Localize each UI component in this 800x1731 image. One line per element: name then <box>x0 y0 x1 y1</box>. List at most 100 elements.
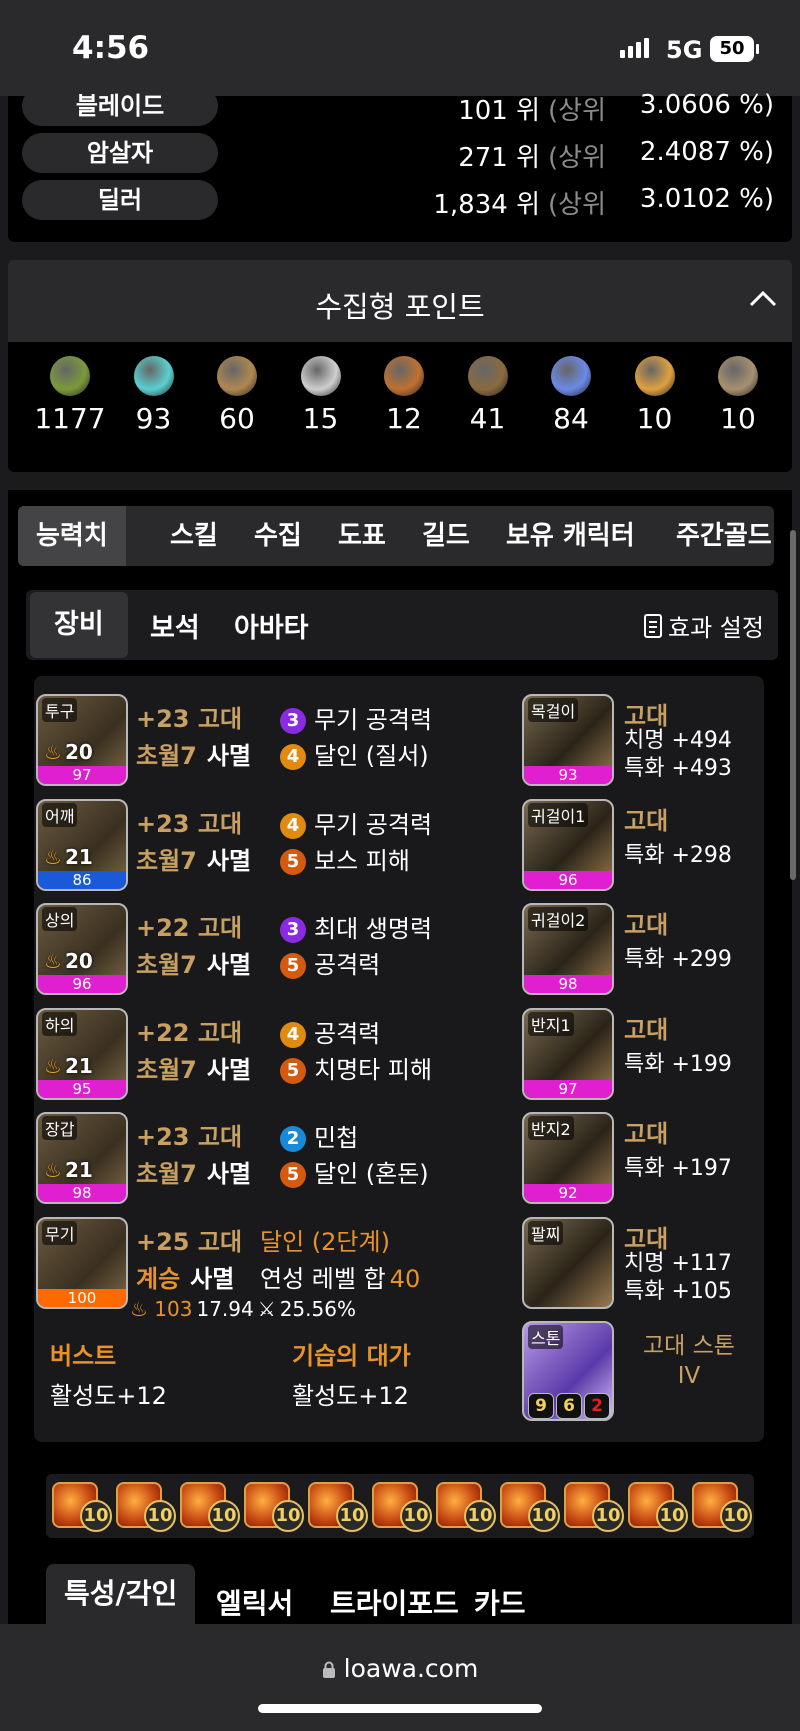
collect-item[interactable]: 1177 <box>28 342 112 435</box>
set-name: 사멸 <box>206 1160 252 1188</box>
set-level: 초월7 <box>136 1160 197 1188</box>
transcend-level: ♨ 20 <box>44 740 93 764</box>
tab-6[interactable]: 주간골드획 <box>676 506 774 566</box>
elixir-sum-line: 연성 레벨 합 40 <box>260 1259 420 1294</box>
slot-label: 스톤 <box>528 1325 564 1349</box>
tab-1[interactable]: 스킬 <box>170 506 218 566</box>
rank-percent: 2.4087 %) <box>639 137 774 167</box>
option-line: 4 달인 (질서) <box>280 736 429 771</box>
url-text: loawa.com <box>343 1654 479 1683</box>
document-icon <box>644 614 662 644</box>
collect-item[interactable]: 93 <box>112 342 196 435</box>
scrollbar[interactable] <box>790 530 796 880</box>
equip-slot[interactable]: 투구 ♨ 20 97 <box>36 694 128 786</box>
sub-tabs: 효과 설정 장비 보석 아바타 <box>26 590 778 660</box>
flame-icon: ♨ <box>44 1053 62 1078</box>
gem-level-badge: 10 <box>336 1500 368 1532</box>
equip-slot[interactable]: 하의 ♨ 21 95 <box>36 1007 128 1100</box>
bottom-tab-2[interactable]: 트라이포드 <box>330 1582 459 1622</box>
bottom-tab-1[interactable]: 엘릭서 <box>216 1582 293 1622</box>
tab-5[interactable]: 보유 캐릭터 <box>506 506 635 566</box>
subtab-2[interactable]: 아바타 <box>234 606 309 645</box>
sword-icon: ⚔ <box>257 1296 276 1321</box>
collect-item[interactable]: 15 <box>279 342 363 435</box>
equip-slot[interactable]: 상의 ♨ 20 96 <box>36 903 128 995</box>
option-line: 2 민첩 <box>280 1118 358 1153</box>
equip-slot[interactable]: 장갑 ♨ 21 98 <box>36 1112 128 1204</box>
slot-label: 어깨 <box>42 802 78 827</box>
accessory-slot[interactable]: 팔찌 <box>522 1216 614 1309</box>
weapon-slot[interactable]: 무기 100 <box>36 1216 128 1309</box>
battery-icon: 50 <box>710 36 754 62</box>
accessory-slot[interactable]: 귀걸이1 96 <box>522 798 614 891</box>
collect-item[interactable]: 60 <box>195 342 279 435</box>
upgrade-label: +23 고대 <box>136 809 243 838</box>
rank-value: 1,834 위 <box>433 190 540 220</box>
ignea-token-icon <box>384 356 424 396</box>
accessory-stat: 특화 +298 <box>624 842 732 868</box>
tab-2[interactable]: 수집 <box>254 506 302 566</box>
transcend-level-value: 20 <box>64 740 93 764</box>
slot-label: 목걸이 <box>528 698 579 722</box>
stone-slot[interactable]: 스톤 9 6 2 <box>522 1321 614 1421</box>
accessory-slot[interactable]: 반지2 92 <box>522 1112 614 1204</box>
bottom-tab-0[interactable]: 특성/각인 <box>46 1564 196 1624</box>
stone-level-badge: 9 <box>528 1393 554 1419</box>
option-text: 공격력 <box>314 951 381 979</box>
rank-prefix: (상위 <box>548 143 606 173</box>
sharpen-percent: 25.56% <box>279 1296 356 1321</box>
collect-item[interactable]: 84 <box>529 342 613 435</box>
giant-heart-icon <box>300 356 341 396</box>
option-text: 무기 공격력 <box>314 706 433 734</box>
option-line: 5 공격력 <box>280 945 380 980</box>
slot-label: 반지1 <box>528 1011 574 1036</box>
set-name: 사멸 <box>206 1055 252 1084</box>
collect-value: 93 <box>135 402 172 435</box>
rank-class-pill: 블레이드 <box>22 86 218 126</box>
accessory-slot[interactable]: 반지1 97 <box>522 1007 614 1100</box>
tab-0[interactable]: 능력치 <box>18 506 126 566</box>
set-name: 사멸 <box>190 1264 235 1293</box>
quality-bar: 98 <box>524 975 612 993</box>
equipment-panel: 투구 ♨ 20 97 +23 고대 초월7 사멸 3 무기 공격력 4 달인 (질서) 어깨 ♨ 21 86… <box>34 676 764 1442</box>
effect-settings-button[interactable]: 효과 설정 <box>644 608 764 644</box>
gem-row: 10 10 10 10 10 10 10 10 10 10 10 <box>46 1474 754 1538</box>
url-bar[interactable]: loawa.com <box>0 1654 800 1685</box>
subtab-0[interactable]: 장비 <box>30 592 128 658</box>
weapon-upgrade: +25 고대 <box>136 1227 243 1256</box>
transcend-level-value: 21 <box>64 844 93 869</box>
collect-item[interactable]: 10 <box>613 342 697 435</box>
option-level-badge: 3 <box>280 917 306 943</box>
collect-item[interactable]: 12 <box>362 342 446 435</box>
accessory-slot[interactable]: 귀걸이2 98 <box>522 903 614 995</box>
equip-slot[interactable]: 어깨 ♨ 21 86 <box>36 798 128 891</box>
main-tabs: 능력치 스킬 수집 도표 길드 보유 캐릭터 주간골드획 <box>18 506 774 566</box>
collect-header[interactable]: 수집형 포인트 <box>8 260 792 342</box>
slot-label: 귀걸이2 <box>528 907 589 931</box>
collect-item[interactable]: 10 <box>696 342 780 435</box>
subtab-1[interactable]: 보석 <box>150 606 200 645</box>
accessory-slot[interactable]: 목걸이 93 <box>522 694 614 786</box>
collect-item[interactable]: 41 <box>446 342 530 435</box>
bottom-tab-3[interactable]: 카드 <box>474 1582 526 1622</box>
weapon-elixir: 달인 (2단계) <box>260 1227 390 1256</box>
sea-bounty-icon <box>467 356 508 396</box>
chevron-up-icon[interactable] <box>748 282 778 315</box>
tab-4[interactable]: 길드 <box>422 506 470 566</box>
home-indicator[interactable] <box>258 1704 542 1713</box>
gem-level-badge: 10 <box>656 1500 688 1532</box>
option-level-badge: 4 <box>280 812 306 839</box>
slot-label: 팔찌 <box>528 1220 564 1245</box>
gem-level-badge: 10 <box>464 1500 496 1532</box>
set-line: 초월7 사멸 <box>136 1154 251 1189</box>
set-line: 초월7 사멸 <box>136 736 251 771</box>
accessory-stat: 특화 +105 <box>624 1278 732 1304</box>
tab-3[interactable]: 도표 <box>338 506 386 566</box>
set-level: 계승 <box>136 1264 181 1293</box>
option-text: 달인 (질서) <box>314 742 429 770</box>
quality-bar: 93 <box>524 766 612 784</box>
effect-settings-label: 효과 설정 <box>668 614 764 642</box>
gem-level-badge: 10 <box>720 1500 752 1532</box>
accessory-stat: 특화 +197 <box>624 1156 732 1181</box>
quality-bar: 96 <box>524 870 612 889</box>
